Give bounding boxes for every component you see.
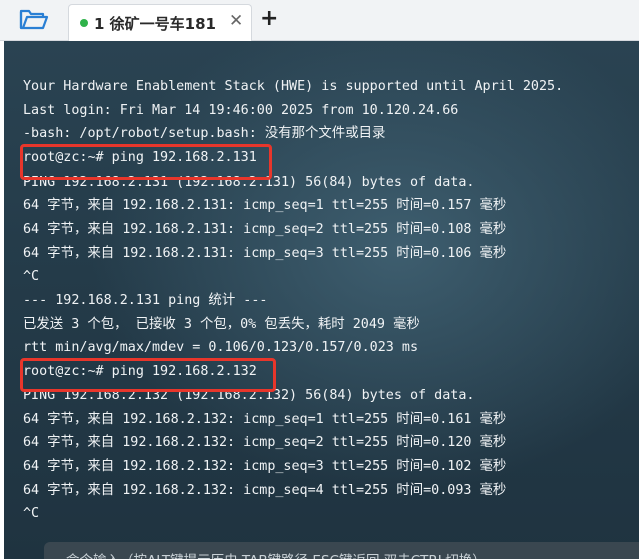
add-tab-button[interactable]: + <box>260 6 278 32</box>
tab-title: 1 徐矿一号车181 <box>94 15 216 33</box>
command-input-bar[interactable]: 命令输入（按ALT键提示历史,TAB键路径,ESC键返回,双击CTRL切换） <box>44 542 639 559</box>
terminal-line: 64 字节，来自 192.168.2.131: icmp_seq=2 ttl=2… <box>23 222 507 237</box>
terminal-line: Your Hardware Enablement Stack (HWE) is … <box>23 79 564 94</box>
terminal-line: 64 字节，来自 192.168.2.132: icmp_seq=1 ttl=2… <box>23 412 507 427</box>
terminal-line: Last login: Fri Mar 14 19:46:00 2025 fro… <box>23 103 459 118</box>
terminal-line: 64 字节，来自 192.168.2.131: icmp_seq=3 ttl=2… <box>23 246 507 261</box>
close-tab-icon[interactable]: ✕ <box>229 11 243 31</box>
terminal-app: 1 徐矿一号车181 ✕ + Your Hardware Enablement … <box>0 0 639 559</box>
open-folder-button[interactable] <box>14 6 54 34</box>
terminal-line: -bash: /opt/robot/setup.bash: 没有那个文件或目录 <box>23 126 386 141</box>
terminal-line: 64 字节，来自 192.168.2.132: icmp_seq=3 ttl=2… <box>23 459 507 474</box>
connection-status-dot <box>80 19 88 27</box>
terminal-line: ^C <box>23 506 40 521</box>
highlight-box-ping-131 <box>20 144 272 180</box>
terminal-line: 64 字节，来自 192.168.2.132: icmp_seq=4 ttl=2… <box>23 483 507 498</box>
highlight-box-ping-132 <box>20 358 276 392</box>
command-input-placeholder: 命令输入（按ALT键提示历史,TAB键路径,ESC键返回,双击CTRL切换） <box>66 549 486 559</box>
terminal-output[interactable]: Your Hardware Enablement Stack (HWE) is … <box>4 41 639 559</box>
terminal-line: rtt min/avg/max/mdev = 0.106/0.123/0.157… <box>23 340 419 355</box>
terminal-line: --- 192.168.2.131 ping 统计 --- <box>23 293 268 308</box>
folder-open-icon <box>19 9 49 30</box>
tab-bar: 1 徐矿一号车181 ✕ + <box>0 0 639 41</box>
terminal-line: 64 字节，来自 192.168.2.131: icmp_seq=1 ttl=2… <box>23 198 507 213</box>
terminal-line: ^C <box>23 269 40 284</box>
terminal-line: 已发送 3 个包， 已接收 3 个包，0% 包丢失，耗时 2049 毫秒 <box>23 317 420 332</box>
terminal-line: 64 字节，来自 192.168.2.132: icmp_seq=2 ttl=2… <box>23 435 507 450</box>
tab-session-181[interactable]: 1 徐矿一号车181 ✕ <box>68 4 252 41</box>
